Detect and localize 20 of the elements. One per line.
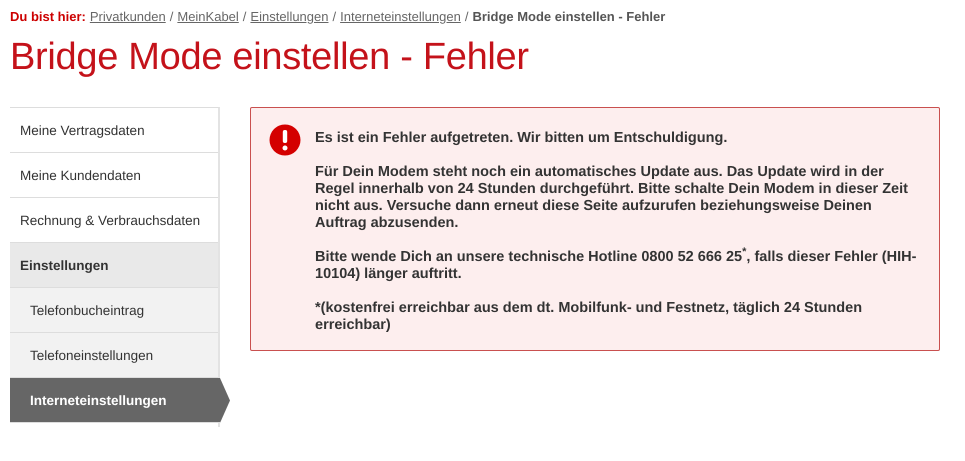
sidebar-item[interactable]: Einstellungen: [10, 243, 218, 288]
alert-text: Für Dein Modem steht noch ein automatisches Update aus. Das Update wird in der Regel innerhalb von 24 Stunden durchgeführt. Bitte schalte Dein Modem in dieser Zeit nicht aus. Versuche dann erneut diese Seite aufzurufen beziehungsweise Deinen Auftrag abzusenden.: [315, 164, 909, 232]
breadcrumb-link[interactable]: Privatkunden: [90, 9, 166, 24]
exclamation-icon: [269, 124, 301, 156]
breadcrumb-separator: /: [170, 9, 174, 24]
page-title: Bridge Mode einstellen - Fehler: [10, 36, 530, 79]
alert-text: Bitte wende Dich an unsere technische Hotline 0800 52 666 25$^{*}$, falls dieser Fehler (HIH-10104) länger auftritt.: [315, 249, 918, 283]
breadcrumb-link[interactable]: Interneteinstellungen: [340, 9, 461, 24]
breadcrumb-current: Bridge Mode einstellen - Fehler: [472, 9, 666, 24]
alert-text: Es ist ein Fehler aufgetreten. Wir bitten um Entschuldigung.: [315, 130, 728, 147]
alert-text: *(kostenfrei erreichbar aus dem dt. Mobilfunk- und Festnetz, täglich 24 Stunden erreichbar): [315, 300, 864, 334]
breadcrumb-separator: /: [242, 9, 246, 24]
breadcrumb-label: Du bist hier:: [10, 9, 86, 24]
sidebar-item[interactable]: Telefonbucheintrag: [10, 288, 218, 333]
breadcrumb-link[interactable]: MeinKabel: [177, 9, 239, 24]
sidebar-item[interactable]: Telefoneinstellungen: [10, 333, 218, 378]
breadcrumb-separator: /: [464, 9, 468, 24]
breadcrumb-separator: /: [332, 9, 336, 24]
sidebar-item[interactable]: Interneteinstellungen: [10, 378, 230, 423]
breadcrumb-link[interactable]: Einstellungen: [250, 9, 328, 24]
